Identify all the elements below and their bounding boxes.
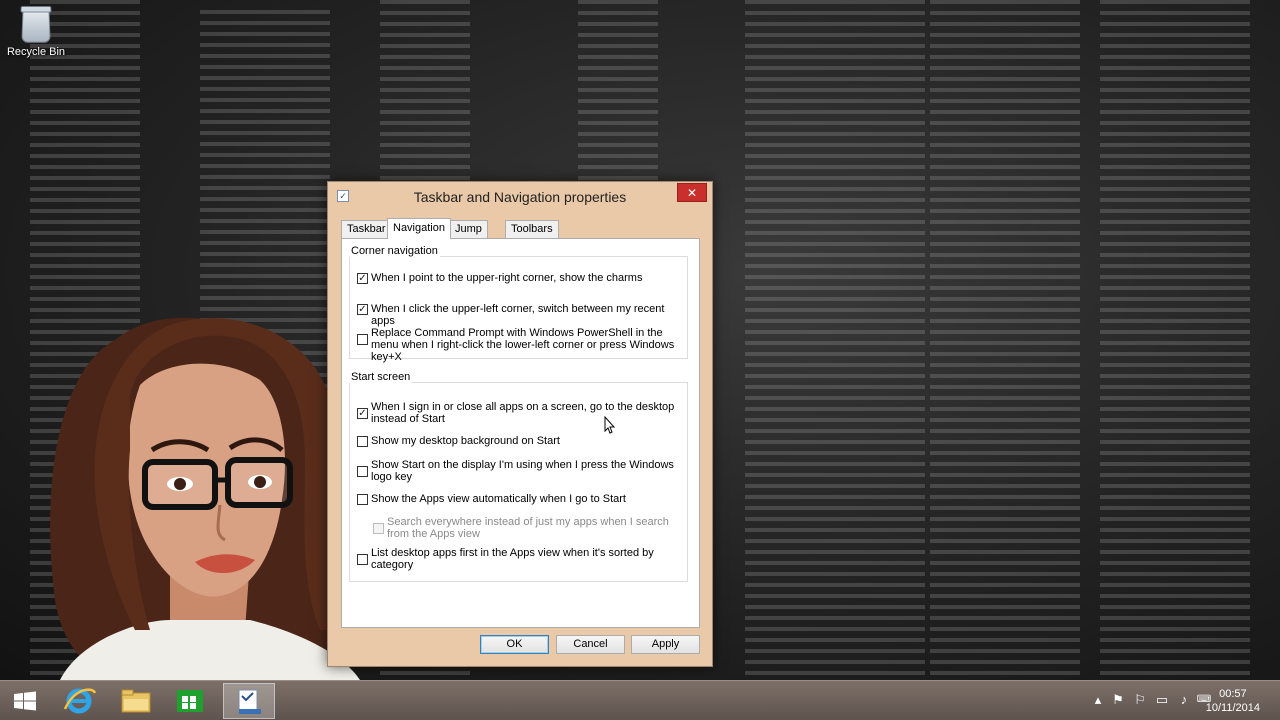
tab-toolbars[interactable]: Toolbars: [505, 220, 559, 238]
dialog-titlebar[interactable]: ✓ Taskbar and Navigation properties ✕: [328, 182, 712, 212]
taskbar-file-explorer[interactable]: [110, 683, 162, 719]
recycle-bin-icon: [21, 8, 51, 43]
internet-explorer-icon: [63, 688, 97, 714]
recycle-bin-label: Recycle Bin: [6, 46, 66, 58]
network-icon[interactable]: ▭: [1154, 692, 1170, 708]
option-upper-left-recent-apps[interactable]: ✓ When I click the upper-left corner, sw…: [357, 303, 677, 327]
checkbox-search-everywhere: [373, 523, 384, 534]
option-label: Show the Apps view automatically when I …: [371, 493, 626, 505]
taskbar: ▴ ⚑ ⚐ ▭ ♪ ⌨ 00:57 10/11/2014: [0, 680, 1280, 720]
wallpaper-code-texture: [745, 0, 925, 680]
apply-button[interactable]: Apply: [631, 635, 700, 654]
checkbox-upper-left-recent-apps[interactable]: ✓: [357, 304, 368, 315]
corner-navigation-group: Corner navigation ✓ When I point to the …: [349, 245, 688, 363]
tab-jump-lists[interactable]: Jump Lists: [449, 220, 488, 252]
checkbox-start-on-display[interactable]: [357, 466, 368, 477]
corner-navigation-title: Corner navigation: [349, 245, 440, 257]
option-label: Show Start on the display I'm using when…: [371, 459, 674, 483]
option-start-on-display[interactable]: Show Start on the display I'm using when…: [357, 459, 677, 483]
cancel-button[interactable]: Cancel: [556, 635, 625, 654]
option-label: When I sign in or close all apps on a sc…: [371, 401, 675, 425]
option-upper-right-charms[interactable]: ✓ When I point to the upper-right corner…: [357, 272, 677, 284]
show-hidden-icons-icon[interactable]: ▴: [1090, 692, 1106, 708]
option-desktop-apps-first[interactable]: List desktop apps first in the Apps view…: [357, 547, 677, 571]
option-desktop-background[interactable]: Show my desktop background on Start: [357, 435, 677, 447]
dialog-title: Taskbar and Navigation properties: [413, 189, 627, 205]
ok-button[interactable]: OK: [480, 635, 549, 654]
option-powershell-replace[interactable]: Replace Command Prompt with Windows Powe…: [357, 327, 677, 363]
checkbox-powershell-replace[interactable]: [357, 334, 368, 345]
start-screen-group: Start screen ✓ When I sign in or close a…: [349, 371, 688, 582]
option-label: Search everywhere instead of just my app…: [387, 516, 669, 540]
start-screen-title: Start screen: [349, 371, 413, 383]
checkbox-desktop-apps-first[interactable]: [357, 554, 368, 565]
store-icon: [177, 690, 203, 712]
option-label: When I point to the upper-right corner, …: [371, 272, 643, 284]
navigation-tab-panel: Corner navigation ✓ When I point to the …: [341, 238, 700, 628]
checkbox-upper-right-charms[interactable]: ✓: [357, 273, 368, 284]
close-button[interactable]: ✕: [677, 183, 707, 202]
system-clock[interactable]: 00:57 10/11/2014: [1206, 687, 1260, 715]
option-apps-view-auto[interactable]: Show the Apps view automatically when I …: [357, 493, 677, 505]
recycle-bin-shortcut[interactable]: Recycle Bin: [6, 4, 66, 72]
wallpaper-code-texture: [1100, 0, 1250, 680]
checkbox-go-to-desktop[interactable]: ✓: [357, 408, 368, 419]
option-label: List desktop apps first in the Apps view…: [371, 547, 654, 571]
tab-navigation[interactable]: Navigation: [387, 218, 451, 239]
option-label: Show my desktop background on Start: [371, 435, 560, 447]
checkbox-desktop-background[interactable]: [357, 436, 368, 447]
action-center-flag-icon[interactable]: ⚑: [1110, 692, 1126, 708]
taskbar-internet-explorer[interactable]: [55, 683, 107, 719]
taskbar-properties-window[interactable]: [223, 683, 275, 719]
start-button[interactable]: [0, 683, 52, 719]
presenter-avatar: [50, 317, 360, 680]
mouse-cursor-icon: [604, 416, 616, 434]
folder-icon: [121, 689, 151, 713]
notification-flag-icon[interactable]: ⚐: [1132, 692, 1148, 708]
wallpaper-code-texture: [930, 0, 1080, 680]
checkbox-apps-view-auto[interactable]: [357, 494, 368, 505]
option-label: Replace Command Prompt with Windows Powe…: [371, 327, 675, 363]
close-icon: ✕: [686, 186, 698, 200]
clock-time: 00:57: [1219, 688, 1247, 700]
volume-icon[interactable]: ♪: [1176, 692, 1192, 708]
option-label: When I click the upper-left corner, swit…: [371, 303, 665, 327]
wallpaper-code-texture: [578, 0, 658, 180]
taskbar-windows-store[interactable]: [165, 683, 217, 719]
clock-date: 10/11/2014: [1205, 702, 1260, 714]
taskbar-navigation-dialog: ✓ Taskbar and Navigation properties ✕ Ta…: [327, 181, 713, 667]
taskbar-properties-icon: [238, 689, 261, 714]
tab-taskbar[interactable]: Taskbar: [341, 220, 392, 238]
option-search-everywhere: Search everywhere instead of just my app…: [373, 516, 678, 540]
windows-logo-icon: [14, 691, 36, 711]
option-go-to-desktop[interactable]: ✓ When I sign in or close all apps on a …: [357, 401, 677, 425]
